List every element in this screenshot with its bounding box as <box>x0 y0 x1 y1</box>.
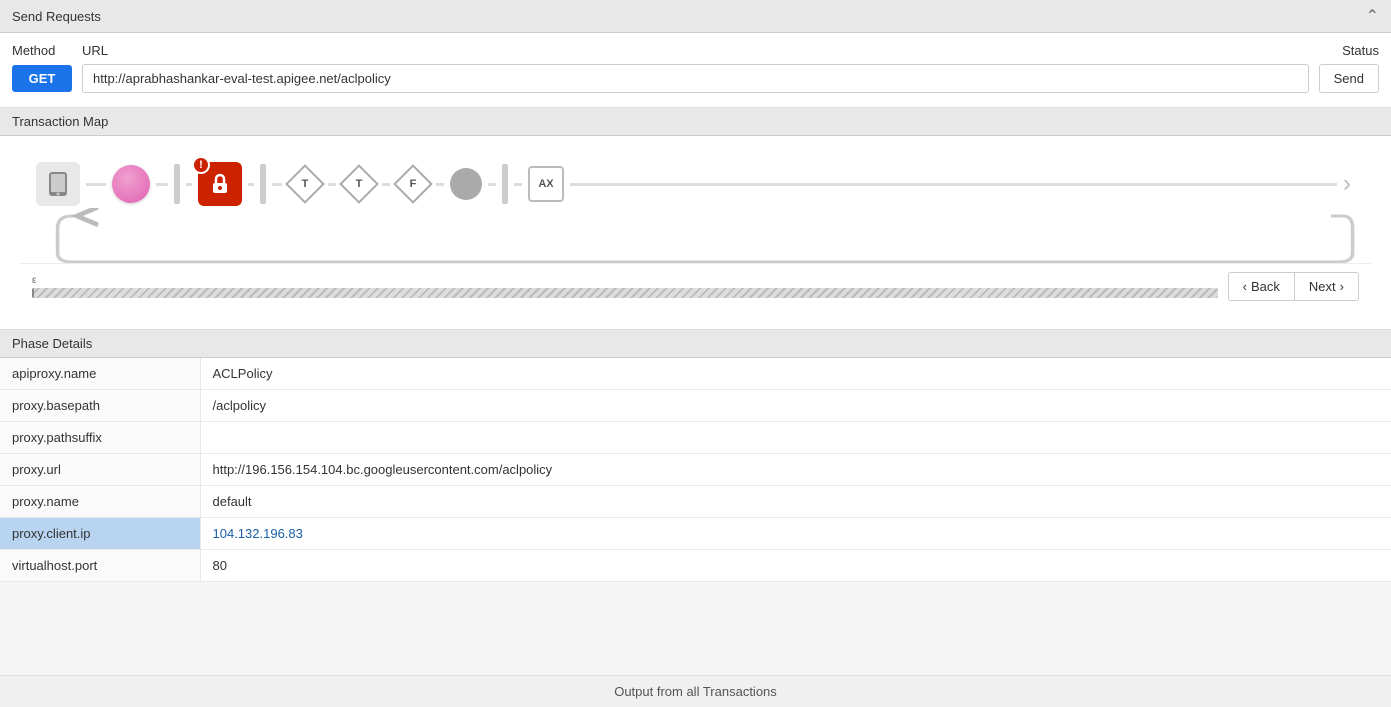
next-button[interactable]: Next › <box>1294 272 1359 301</box>
phase-details-title: Phase Details <box>12 336 92 351</box>
line-segment-2 <box>156 183 168 186</box>
next-label: Next <box>1309 279 1336 294</box>
phase-value: ACLPolicy <box>200 358 1391 390</box>
return-arrow-svg <box>36 208 1355 263</box>
separator-3 <box>502 164 508 204</box>
line-segment-1 <box>86 183 106 186</box>
timeline-bar <box>32 288 1218 298</box>
collapse-button[interactable]: ⌃ <box>1366 6 1379 26</box>
gray-circle-node[interactable] <box>450 168 482 200</box>
nav-buttons-group: ‹ Back Next › <box>1228 272 1359 301</box>
phase-key: proxy.pathsuffix <box>0 422 200 454</box>
line-segment-9 <box>488 183 496 186</box>
line-segment-4 <box>248 183 254 186</box>
ax-node[interactable]: AX <box>528 166 564 202</box>
get-method-button[interactable]: GET <box>12 65 72 92</box>
phase-key: virtualhost.port <box>0 550 200 582</box>
phase-key: proxy.client.ip <box>0 518 200 550</box>
line-segment-6 <box>328 183 336 186</box>
line-segment-11 <box>570 183 1337 186</box>
phase-value: default <box>200 486 1391 518</box>
status-col-header: Status <box>1342 43 1379 58</box>
transaction-map-header: Transaction Map <box>0 108 1391 136</box>
table-row: proxy.url http://196.156.154.104.bc.goog… <box>0 454 1391 486</box>
timeline-epsilon-label: ε <box>32 275 1218 286</box>
return-arrow-container <box>36 208 1355 263</box>
pipeline-nodes-row: ! <box>36 162 1355 206</box>
timeline-section: ε ‹ Back Next › <box>20 263 1371 313</box>
separator-2 <box>260 164 266 204</box>
table-row: apiproxy.name ACLPolicy <box>0 358 1391 390</box>
pink-circle-node[interactable] <box>112 165 150 203</box>
separator-1 <box>174 164 180 204</box>
send-requests-header: Send Requests ⌃ <box>0 0 1391 33</box>
phase-details-section: Phase Details apiproxy.name ACLPolicy pr… <box>0 330 1391 582</box>
error-badge: ! <box>192 156 210 174</box>
phase-value: http://196.156.154.104.bc.googleusercont… <box>200 454 1391 486</box>
output-footer-text: Output from all Transactions <box>614 684 777 699</box>
back-label: Back <box>1251 279 1280 294</box>
phase-value <box>200 422 1391 454</box>
phase-value: 104.132.196.83 <box>200 518 1391 550</box>
back-chevron-icon: ‹ <box>1243 279 1247 294</box>
url-col-header: URL <box>82 43 108 58</box>
send-button[interactable]: Send <box>1319 64 1379 93</box>
table-row: proxy.pathsuffix <box>0 422 1391 454</box>
phase-details-header: Phase Details <box>0 330 1391 358</box>
phase-key: apiproxy.name <box>0 358 200 390</box>
diamond-t2-node[interactable]: T <box>342 167 376 201</box>
table-row: proxy.basepath /aclpolicy <box>0 390 1391 422</box>
table-row: virtualhost.port 80 <box>0 550 1391 582</box>
phase-key: proxy.name <box>0 486 200 518</box>
line-segment-8 <box>436 183 444 186</box>
phase-key: proxy.url <box>0 454 200 486</box>
diamond-f-node[interactable]: F <box>396 167 430 201</box>
table-row: proxy.client.ip 104.132.196.83 <box>0 518 1391 550</box>
line-segment-10 <box>514 183 522 186</box>
diamond-t1-node[interactable]: T <box>288 167 322 201</box>
next-chevron-icon: › <box>1340 279 1344 294</box>
pipeline-container: ! <box>20 152 1371 263</box>
phase-value: /aclpolicy <box>200 390 1391 422</box>
send-requests-section: Send Requests ⌃ Method URL Status GET Se… <box>0 0 1391 108</box>
transaction-map-title: Transaction Map <box>12 114 108 129</box>
url-input[interactable] <box>82 64 1309 93</box>
table-row: proxy.name default <box>0 486 1391 518</box>
send-requests-title: Send Requests <box>12 9 101 24</box>
phase-value: 80 <box>200 550 1391 582</box>
method-col-header: Method <box>12 43 72 58</box>
line-segment-7 <box>382 183 390 186</box>
line-segment-3 <box>186 183 192 186</box>
phase-key: proxy.basepath <box>0 390 200 422</box>
line-segment-5 <box>272 183 282 186</box>
phase-details-table: apiproxy.name ACLPolicy proxy.basepath /… <box>0 358 1391 582</box>
lock-node-wrapper[interactable]: ! <box>198 162 242 206</box>
back-button[interactable]: ‹ Back <box>1228 272 1294 301</box>
timeline-wrapper: ε <box>32 275 1218 298</box>
arrow-right-icon: › <box>1343 170 1351 198</box>
transaction-map-section: Transaction Map <box>0 108 1391 330</box>
phone-node[interactable] <box>36 162 80 206</box>
output-footer: Output from all Transactions <box>0 675 1391 707</box>
